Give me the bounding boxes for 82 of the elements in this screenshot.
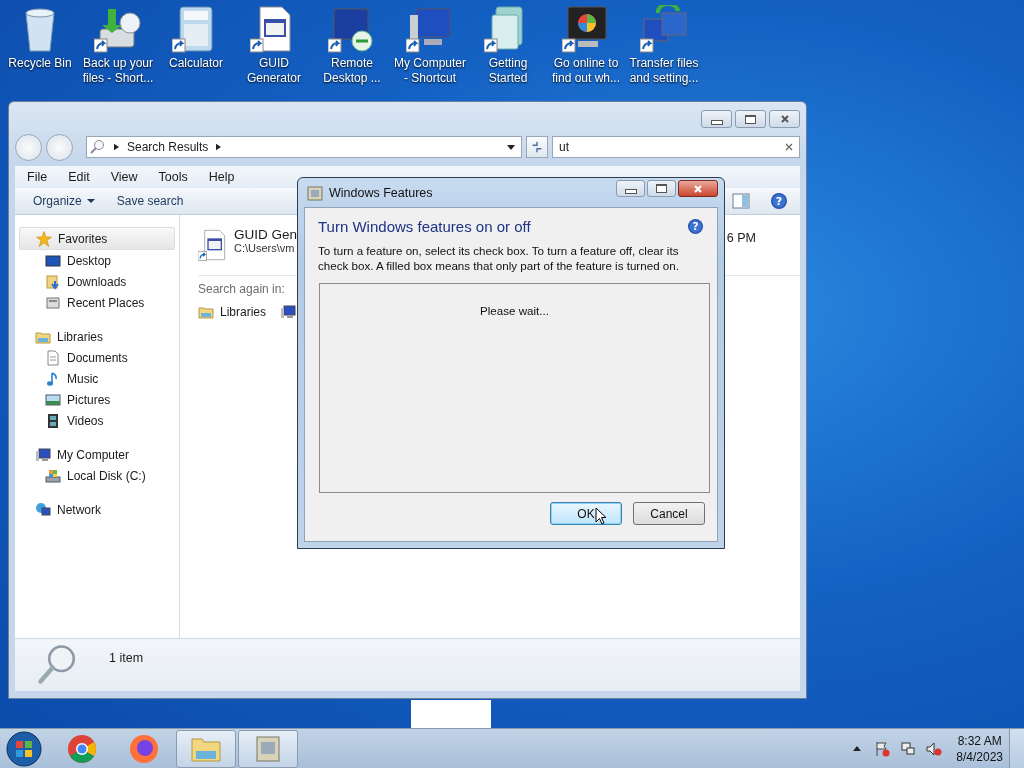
help-icon[interactable]: ?	[687, 218, 704, 235]
result-time: 6 PM	[726, 231, 756, 245]
close-button[interactable]	[678, 180, 718, 197]
breadcrumb-arrow-icon	[114, 143, 119, 151]
nav-group[interactable]: Libraries	[19, 326, 175, 347]
dialog-button[interactable]: OK	[550, 502, 622, 525]
item-count: 1 item	[109, 651, 144, 665]
clock-date: 8/4/2023	[956, 748, 1003, 765]
picture-icon	[45, 391, 61, 408]
desktop-icon-label[interactable]: My Computer - Shortcut	[392, 56, 468, 86]
minimize-button[interactable]	[616, 180, 645, 197]
address-bar[interactable]: Search Results	[86, 136, 522, 158]
menu-item[interactable]: Tools	[146, 170, 197, 184]
desktop-icon-label[interactable]: Back up your files - Short...	[80, 56, 156, 86]
computer-icon	[280, 304, 297, 320]
browser-icon	[66, 732, 98, 765]
screen-icon	[45, 252, 61, 269]
nav-item[interactable]: Downloads	[19, 271, 179, 292]
nav-item[interactable]: Local Disk (C:)	[19, 465, 179, 486]
desktop-icon-label[interactable]: GUID Generator	[236, 56, 312, 86]
dialog-button[interactable]: Cancel	[633, 502, 705, 525]
breadcrumb-arrow-icon	[216, 143, 222, 151]
clock-time: 8:32 AM	[957, 732, 1002, 749]
desktop-icon-label[interactable]: Transfer files and setting...	[626, 56, 702, 86]
menu-item[interactable]: Help	[196, 170, 244, 184]
device-icon	[45, 294, 61, 311]
command-button[interactable]: Organize	[25, 192, 103, 210]
mouse-pointer-icon	[595, 507, 607, 525]
desktop-icon-label[interactable]: Recycle Bin	[2, 56, 78, 71]
close-icon	[693, 183, 703, 194]
minimize-button[interactable]	[701, 110, 732, 128]
refresh-button[interactable]	[526, 136, 548, 158]
search-icon	[90, 139, 106, 155]
window-title: Windows Features	[329, 185, 433, 200]
network-icon[interactable]	[900, 740, 917, 757]
nav-item[interactable]: Pictures	[19, 389, 179, 410]
menu-item[interactable]: Edit	[56, 170, 99, 184]
dialog-description: To turn a feature on, select its check box. To turn a feature off, clear its check box. A filled box means that only part of the feature is turned on.	[318, 243, 680, 273]
result-path: C:\Users\vm	[234, 242, 296, 254]
caret-up-icon	[853, 746, 862, 751]
search-location[interactable]: Libraries	[198, 304, 267, 320]
features-icon	[307, 184, 323, 201]
command-button[interactable]: Save search	[108, 192, 192, 210]
maximize-button[interactable]	[735, 110, 766, 128]
search-location[interactable]	[280, 304, 297, 320]
close-icon	[779, 114, 790, 124]
computer-icon	[35, 446, 51, 463]
globe-icon	[35, 501, 51, 518]
nav-item[interactable]: Desktop	[19, 250, 179, 271]
flag-icon[interactable]	[874, 740, 891, 757]
star-icon	[36, 230, 52, 247]
nav-group[interactable]: Network	[19, 499, 175, 520]
close-button[interactable]	[769, 110, 800, 128]
menu-item[interactable]: View	[98, 170, 147, 184]
dropdown-arrow-icon[interactable]	[507, 144, 515, 150]
refresh-icon	[530, 140, 544, 154]
document-icon	[45, 349, 61, 366]
drive-icon	[45, 467, 61, 484]
clear-icon[interactable]	[785, 143, 793, 151]
maximize-button[interactable]	[647, 180, 676, 197]
desktop-icon-label[interactable]: Go online to find out wh...	[548, 56, 624, 86]
loading-message: Please wait...	[480, 304, 549, 317]
folder-icon	[198, 304, 214, 320]
nav-group[interactable]: Favorites	[19, 227, 175, 250]
help-icon[interactable]: ?	[770, 192, 788, 210]
dialog-heading: Turn Windows features on or off	[318, 218, 531, 235]
nav-item[interactable]: Music	[19, 368, 179, 389]
nav-item[interactable]: Documents	[19, 347, 179, 368]
search-field[interactable]: ut	[552, 136, 800, 158]
desktop-icon-label[interactable]: Getting Started	[470, 56, 546, 86]
desktop-icon-label[interactable]: Calculator	[158, 56, 234, 71]
menu-item[interactable]: File	[15, 170, 57, 184]
breadcrumb[interactable]: Search Results	[127, 140, 209, 154]
clock[interactable]: 8:32 AM 8/4/2023	[956, 732, 1003, 765]
nav-item[interactable]: Recent Places	[19, 292, 179, 313]
nav-item[interactable]: Videos	[19, 410, 179, 431]
fox-browser-icon	[128, 732, 160, 765]
speaker-icon[interactable]	[926, 740, 943, 757]
desktop-icon-label[interactable]: Remote Desktop ...	[314, 56, 390, 86]
nav-group[interactable]: My Computer	[19, 444, 175, 465]
film-icon	[45, 412, 61, 429]
search-again-label: Search again in:	[198, 282, 285, 296]
